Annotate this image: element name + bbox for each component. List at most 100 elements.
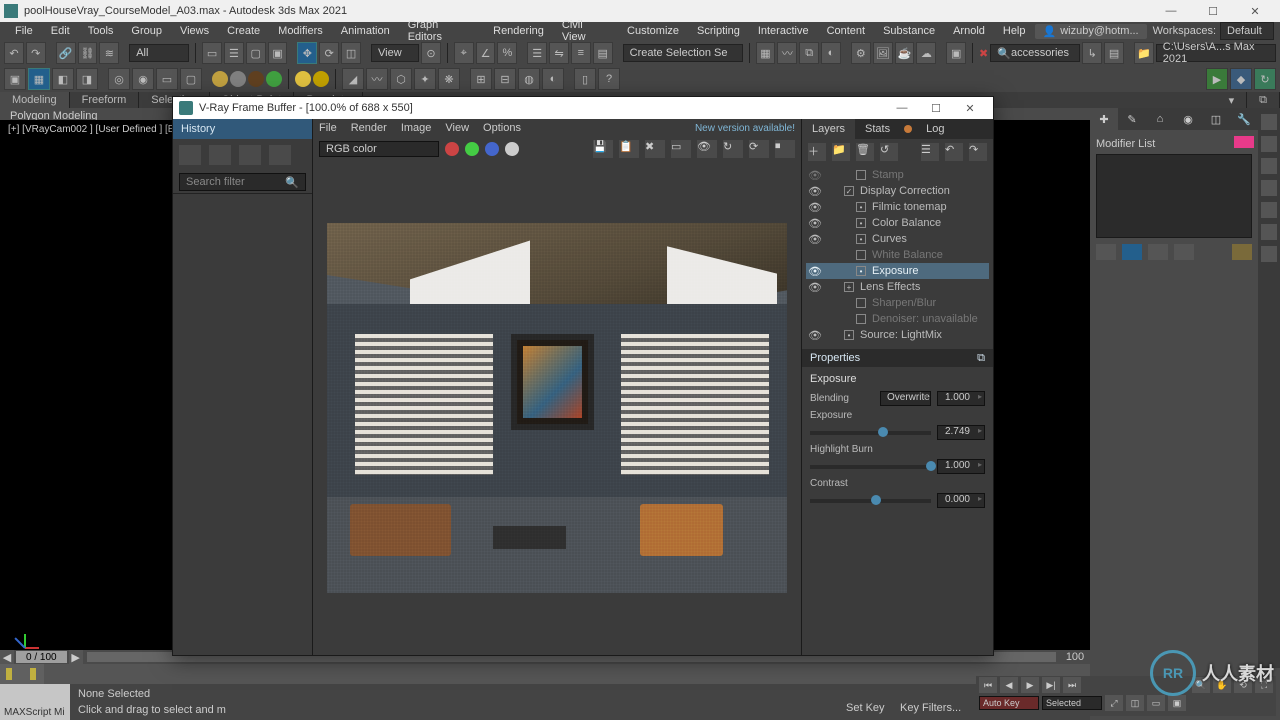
vfb-menu-render[interactable]: Render (351, 122, 387, 134)
layer-list-icon[interactable]: ☰ (921, 143, 939, 161)
window-close[interactable]: ✕ (1234, 1, 1276, 21)
layer-source-lightmix[interactable]: 👁•Source: LightMix (806, 327, 989, 343)
tool-d2[interactable]: ⊟ (494, 68, 516, 90)
object-color-swatch[interactable] (1234, 136, 1254, 148)
vfb-stop[interactable]: ⏹ (775, 140, 795, 158)
open-file-button[interactable]: 📁 (1134, 42, 1154, 64)
vray-button-1[interactable]: ▶ (1206, 68, 1228, 90)
gutter-btn-1[interactable] (1261, 114, 1277, 130)
named-sel-button[interactable]: ☰ (527, 42, 547, 64)
layer-checkbox[interactable] (856, 314, 866, 324)
ref-coord-dropdown[interactable]: View (371, 44, 419, 62)
menu-help[interactable]: Help (994, 22, 1035, 40)
play-play[interactable]: ▶ (1021, 677, 1039, 693)
menu-group[interactable]: Group (122, 22, 171, 40)
properties-header[interactable]: Properties (810, 352, 860, 364)
properties-popout-icon[interactable]: ⧉ (977, 352, 985, 365)
sun-icon[interactable] (295, 71, 311, 87)
menu-rendering[interactable]: Rendering (484, 22, 553, 40)
menu-tools[interactable]: Tools (79, 22, 123, 40)
exposure-slider[interactable] (810, 431, 931, 435)
toggle-ribbon-button[interactable]: ▦ (756, 42, 776, 64)
tool-c3[interactable]: ⬡ (390, 68, 412, 90)
highlight-value[interactable]: 1.000 (937, 459, 985, 474)
play-end[interactable]: ⏭ (1063, 677, 1081, 693)
menu-animation[interactable]: Animation (332, 22, 399, 40)
stack-remove[interactable] (1174, 244, 1194, 260)
selected-dropdown[interactable]: Selected (1042, 696, 1102, 710)
tool-c2[interactable]: 〰 (366, 68, 388, 90)
menu-views[interactable]: Views (171, 22, 218, 40)
bind-spacewarp-button[interactable]: ≋ (99, 42, 119, 64)
trackbar[interactable] (44, 664, 1090, 684)
tool-c5[interactable]: ❋ (438, 68, 460, 90)
cmd-tab-utilities[interactable]: 🔧 (1230, 108, 1258, 130)
layer-eye-icon[interactable]: 👁 (808, 169, 820, 182)
gutter-btn-5[interactable] (1261, 202, 1277, 218)
layer-checkbox[interactable]: • (856, 234, 866, 244)
create-selection-set-field[interactable]: Create Selection Se (623, 44, 743, 62)
signed-in-user[interactable]: 👤 wizuby@hotm... (1035, 24, 1147, 39)
select-object-button[interactable]: ▭ (202, 42, 222, 64)
ribbon-btn-1[interactable]: ⧉ (1247, 92, 1280, 108)
nav-fov[interactable]: ◫ (1126, 695, 1144, 711)
sphere3-icon[interactable] (266, 71, 282, 87)
window-minimize[interactable]: — (1150, 1, 1192, 21)
layers-button[interactable]: ▤ (593, 42, 613, 64)
vfb-minimize[interactable]: — (885, 98, 919, 118)
trackbar-keys[interactable] (0, 664, 44, 684)
cmd-tab-motion[interactable]: ◉ (1174, 108, 1202, 130)
cmd-tab-display[interactable]: ◫ (1202, 108, 1230, 130)
tool-c4[interactable]: ✦ (414, 68, 436, 90)
vfb-tab-stats[interactable]: Stats (855, 119, 900, 139)
menu-interactive[interactable]: Interactive (749, 22, 818, 40)
menu-customize[interactable]: Customize (618, 22, 688, 40)
select-by-name-button[interactable]: ☰ (224, 42, 244, 64)
layer-checkbox[interactable]: • (856, 266, 866, 276)
layer-stamp[interactable]: 👁Stamp (806, 167, 989, 183)
menu-modifiers[interactable]: Modifiers (269, 22, 332, 40)
vfb-region[interactable]: ▭ (671, 140, 691, 158)
layer-exposure[interactable]: 👁•Exposure (806, 263, 989, 279)
select-move-button[interactable]: ✥ (297, 42, 317, 64)
layer-denoiser-unavailable[interactable]: Denoiser: unavailable (806, 311, 989, 327)
highlight-slider[interactable] (810, 465, 931, 469)
layer-eye-icon[interactable]: 👁 (808, 281, 820, 294)
vfb-menu-view[interactable]: View (445, 122, 469, 134)
vfb-blue-channel[interactable] (485, 142, 499, 156)
redo-button[interactable]: ↷ (26, 42, 46, 64)
tool-a1[interactable]: ▣ (4, 68, 26, 90)
stack-show-end[interactable] (1122, 244, 1142, 260)
keyfilters-button[interactable]: Key Filters... (900, 702, 970, 714)
layer-eye-icon[interactable]: 👁 (808, 265, 820, 278)
timeslider-frame[interactable]: 0 / 100 (16, 651, 67, 663)
maxscript-listener[interactable]: MAXScript Mi (0, 684, 70, 720)
rendered-frame-button[interactable]: 🖼 (873, 42, 893, 64)
ribbon-tab-freeform[interactable]: Freeform (70, 92, 140, 108)
align-button[interactable]: ≡ (571, 42, 591, 64)
tool-d3[interactable]: ◍ (518, 68, 540, 90)
vfb-mono-channel[interactable] (505, 142, 519, 156)
vray-button-3[interactable]: ↻ (1254, 68, 1276, 90)
vfb-new-version-link[interactable]: New version available! (695, 123, 795, 134)
layer-eye-icon[interactable]: 👁 (808, 233, 820, 246)
gutter-btn-6[interactable] (1261, 224, 1277, 240)
layer-checkbox[interactable] (856, 298, 866, 308)
layer-add[interactable]: ＋ (808, 143, 826, 161)
expand-icon[interactable]: + (844, 282, 854, 292)
tool-b1[interactable]: ◎ (108, 68, 130, 90)
tool-a2[interactable]: ▦ (28, 68, 50, 90)
timeslider-next[interactable]: ▶ (69, 650, 83, 664)
use-pivot-button[interactable]: ⊙ (421, 42, 441, 64)
tool-b3[interactable]: ▭ (156, 68, 178, 90)
render-button[interactable]: ☕ (895, 42, 915, 64)
layer-checkbox[interactable]: • (856, 202, 866, 212)
sphere-icon[interactable] (230, 71, 246, 87)
vfb-save-image[interactable]: 💾 (593, 140, 613, 158)
layer-eye-icon[interactable]: 👁 (808, 185, 820, 198)
layer-checkbox[interactable]: • (844, 330, 854, 340)
nav-region[interactable]: ▭ (1147, 695, 1165, 711)
help-icon[interactable]: ? (598, 68, 620, 90)
history-a[interactable] (209, 145, 231, 165)
vfb-load-image[interactable]: 📋 (619, 140, 639, 158)
